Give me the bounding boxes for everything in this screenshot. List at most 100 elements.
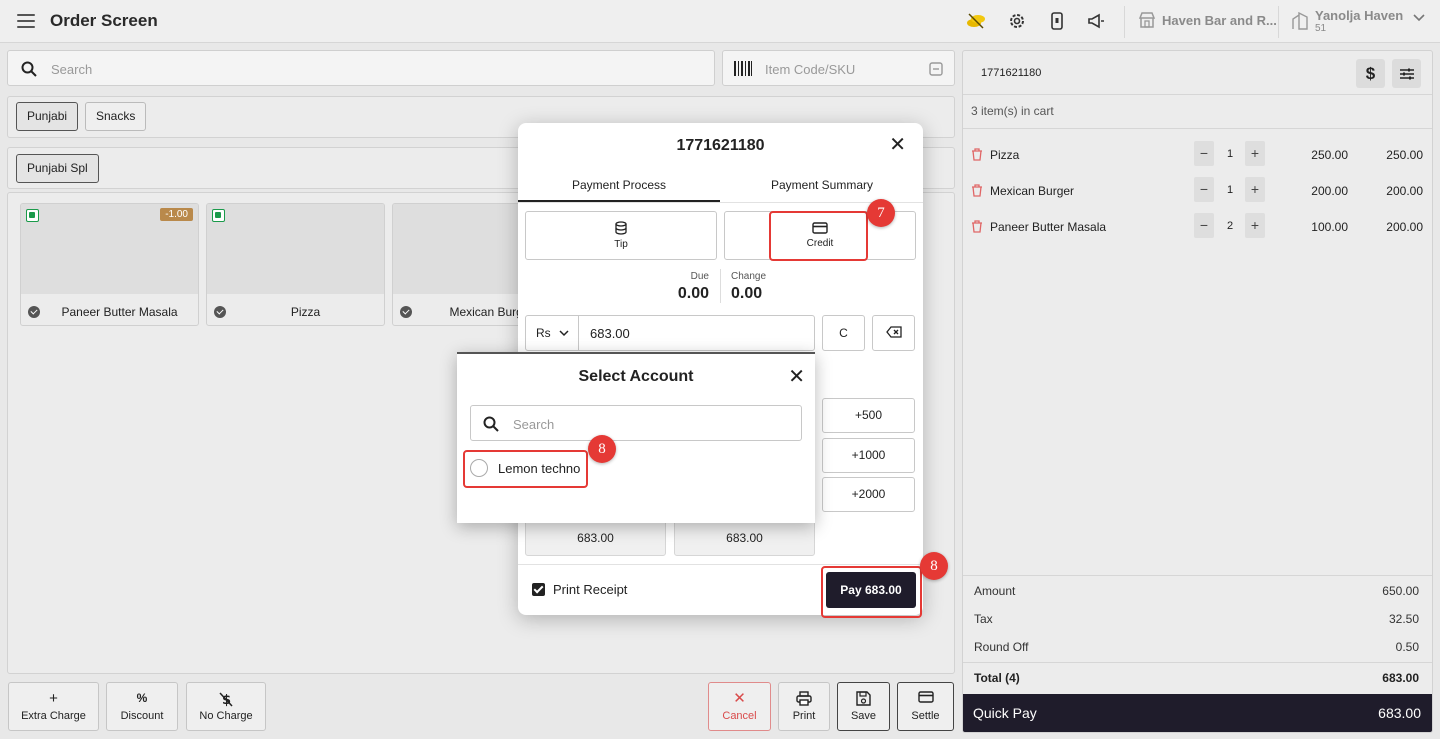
order-number: 1771621180	[981, 67, 1042, 79]
currency-select[interactable]: Rs	[526, 316, 579, 350]
cancel-button[interactable]: ✕ Cancel	[708, 682, 771, 731]
printer-icon	[796, 691, 812, 707]
item-search-field[interactable]: Search	[7, 50, 715, 86]
floppy-disk-icon	[856, 691, 871, 707]
trash-icon[interactable]	[971, 220, 983, 233]
sku-placeholder: Item Code/SKU	[765, 62, 856, 77]
megaphone-icon[interactable]	[1086, 11, 1106, 31]
search-icon	[21, 61, 37, 77]
save-button[interactable]: Save	[837, 682, 890, 731]
percent-icon: %	[136, 691, 148, 705]
backspace-button[interactable]	[872, 315, 915, 351]
discount-badge: -1.00	[160, 208, 193, 221]
cart-item-name: Mexican Burger	[990, 184, 1075, 198]
veg-indicator-icon	[26, 209, 39, 222]
select-account-title: Select Account	[578, 368, 694, 385]
category-chip-punjabi[interactable]: Punjabi	[16, 102, 79, 131]
select-account-dialog: Select Account ✕ Search Lemon techno	[457, 352, 815, 523]
summary-amount: Amount 650.00	[974, 584, 1419, 598]
decrease-qty-button[interactable]: −	[1194, 177, 1214, 202]
cart-item-count: 3 item(s) in cart	[971, 104, 1054, 118]
close-icon[interactable]: ✕	[788, 367, 805, 387]
search-placeholder: Search	[51, 62, 93, 77]
store-icon	[1138, 12, 1156, 28]
card-icon	[917, 691, 934, 707]
quick-add-500-button[interactable]: +500	[822, 398, 915, 433]
menu-icon[interactable]	[17, 14, 35, 28]
divider	[720, 269, 721, 303]
cart-item-total: 200.00	[1386, 184, 1423, 198]
divider	[1278, 6, 1279, 38]
subcategory-chip-punjabi-spl[interactable]: Punjabi Spl	[16, 154, 99, 183]
coins-icon[interactable]	[966, 11, 986, 31]
page-title: Order Screen	[50, 11, 158, 30]
tenant-subtitle: 51	[1315, 23, 1327, 34]
mobile-device-icon[interactable]	[1047, 11, 1067, 31]
quick-amount-button[interactable]: 683.00	[525, 520, 666, 556]
item-image	[207, 204, 384, 294]
divider	[963, 94, 1432, 95]
print-button[interactable]: Print	[778, 682, 830, 731]
quick-pay-button[interactable]: Quick Pay 683.00	[963, 694, 1432, 732]
summary-tax: Tax 32.50	[974, 612, 1419, 626]
account-search-field[interactable]: Search	[470, 405, 802, 441]
quick-add-2000-button[interactable]: +2000	[822, 477, 915, 512]
change-amount: Change 0.00	[731, 271, 767, 302]
chevron-down-icon	[559, 330, 569, 337]
cart-row: Paneer Butter Masala − 2 + 100.00 200.00	[963, 213, 1432, 243]
step-marker-7: 7	[867, 199, 895, 227]
item-card-pizza[interactable]: Pizza	[206, 203, 385, 326]
veg-indicator-icon	[212, 209, 225, 222]
no-dollar-icon: $	[219, 691, 233, 708]
highlight-credit	[769, 211, 868, 261]
divider	[963, 575, 1432, 576]
sliders-icon[interactable]	[1392, 59, 1421, 88]
divider	[963, 662, 1432, 663]
clear-button[interactable]: C	[822, 315, 865, 351]
print-receipt-checkbox[interactable]: Print Receipt	[532, 582, 627, 597]
scan-icon[interactable]	[929, 62, 943, 76]
divider	[518, 202, 923, 203]
cart-item-price: 100.00	[1311, 220, 1348, 234]
check-circle-icon	[214, 306, 226, 318]
cart-item-total: 250.00	[1386, 148, 1423, 162]
trash-icon[interactable]	[971, 148, 983, 161]
barcode-icon	[734, 61, 752, 76]
tab-payment-process[interactable]: Payment Process	[518, 171, 720, 202]
close-icon[interactable]: ✕	[889, 135, 906, 155]
cart-row: Mexican Burger − 1 + 200.00 200.00	[963, 177, 1432, 207]
cart-item-name: Pizza	[990, 148, 1020, 162]
highlight-pay-button	[821, 566, 922, 618]
item-card-paneer-butter-masala[interactable]: -1.00 Paneer Butter Masala	[20, 203, 199, 326]
increase-qty-button[interactable]: +	[1245, 177, 1265, 202]
increase-qty-button[interactable]: +	[1245, 213, 1265, 238]
item-name: Paneer Butter Masala	[61, 305, 178, 319]
cart-item-qty: 1	[1226, 148, 1234, 160]
cart-row: Pizza − 1 + 250.00 250.00	[963, 141, 1432, 171]
tab-payment-summary[interactable]: Payment Summary	[721, 171, 923, 202]
settle-button[interactable]: Settle	[897, 682, 954, 731]
settings-gear-icon[interactable]	[1007, 11, 1027, 31]
step-marker-8: 8	[920, 552, 948, 580]
store-selector[interactable]: Haven Bar and R...	[1138, 12, 1277, 28]
decrease-qty-button[interactable]: −	[1194, 213, 1214, 238]
quick-amount-button[interactable]: 683.00	[674, 520, 815, 556]
increase-qty-button[interactable]: +	[1245, 141, 1265, 166]
dollar-icon[interactable]: $	[1356, 59, 1385, 88]
category-chip-snacks[interactable]: Snacks	[85, 102, 147, 131]
trash-icon[interactable]	[971, 184, 983, 197]
quick-add-1000-button[interactable]: +1000	[822, 438, 915, 473]
check-circle-icon	[28, 306, 40, 318]
checkbox-checked-icon	[532, 583, 545, 596]
tender-amount-value: 683.00	[590, 326, 630, 341]
close-icon: ✕	[733, 690, 746, 707]
no-charge-button[interactable]: $ No Charge	[186, 682, 266, 731]
discount-button[interactable]: % Discount	[106, 682, 178, 731]
tender-amount-field[interactable]: Rs 683.00	[525, 315, 815, 351]
search-icon	[483, 416, 499, 432]
extra-charge-button[interactable]: + Extra Charge	[8, 682, 99, 731]
tip-button[interactable]: Tip	[525, 211, 717, 260]
decrease-qty-button[interactable]: −	[1194, 141, 1214, 166]
cart-item-name: Paneer Butter Masala	[990, 220, 1107, 234]
sku-search-field[interactable]: Item Code/SKU	[722, 50, 955, 86]
